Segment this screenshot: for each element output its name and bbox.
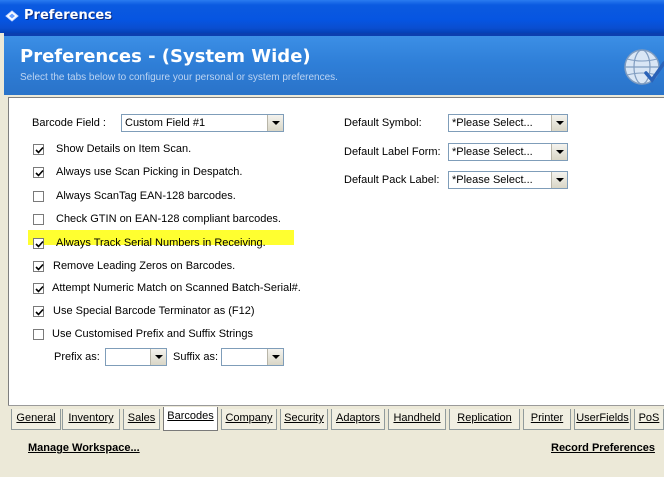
manage-workspace-link[interactable]: Manage Workspace... (28, 442, 140, 454)
tab-security[interactable]: Security (280, 409, 328, 430)
checkbox-7[interactable] (33, 283, 44, 294)
chevron-down-icon[interactable] (551, 172, 567, 188)
prefix-label: Prefix as: (54, 351, 100, 363)
checkbox-9[interactable] (33, 329, 44, 340)
window-title: Preferences (24, 8, 112, 23)
default-symbol-select[interactable]: *Please Select... (448, 114, 568, 132)
tab-userfields[interactable]: UserFields (574, 409, 631, 430)
page-subtitle: Select the tabs below to configure your … (20, 72, 338, 83)
app-icon (5, 10, 19, 22)
checkbox-label-8: Use Special Barcode Terminator as (F12) (53, 305, 255, 317)
default-pack-label-select[interactable]: *Please Select... (448, 171, 568, 189)
checkbox-1[interactable] (33, 144, 44, 155)
tab-inventory[interactable]: Inventory (62, 409, 120, 430)
default-pack-label-label: Default Pack Label: (344, 174, 440, 186)
default-symbol-label: Default Symbol: (344, 117, 422, 129)
record-preferences-link[interactable]: Record Preferences (551, 442, 655, 454)
checkbox-8[interactable] (33, 306, 44, 317)
page-title: Preferences - (System Wide) (20, 46, 311, 67)
barcode-field-label: Barcode Field : (32, 117, 106, 129)
title-bar[interactable]: Preferences (0, 0, 664, 33)
page-header: Preferences - (System Wide) Select the t… (4, 33, 664, 95)
barcode-field-value: Custom Field #1 (125, 117, 206, 129)
preferences-tabs: General Inventory Sales Barcodes Company Secu… (8, 405, 664, 434)
suffix-select[interactable] (221, 348, 284, 366)
tab-adaptors[interactable]: Adaptors (331, 409, 385, 430)
tab-handheld[interactable]: Handheld (388, 409, 446, 430)
chevron-down-icon[interactable] (267, 349, 283, 365)
barcode-field-select[interactable]: Custom Field #1 (121, 114, 284, 132)
tab-barcodes[interactable]: Barcodes (163, 407, 218, 431)
default-label-form-select[interactable]: *Please Select... (448, 143, 568, 161)
checkbox-4[interactable] (33, 214, 44, 225)
checkbox-3[interactable] (33, 191, 44, 202)
tab-pos[interactable]: PoS (634, 409, 664, 430)
suffix-label: Suffix as: (173, 351, 219, 363)
checkbox-label-7: Attempt Numeric Match on Scanned Batch-S… (52, 282, 301, 294)
globe-check-icon (624, 49, 664, 85)
prefix-select[interactable] (105, 348, 167, 366)
checkbox-label-2: Always use Scan Picking in Despatch. (56, 166, 243, 178)
checkbox-label-3: Always ScanTag EAN-128 barcodes. (56, 190, 236, 202)
chevron-down-icon[interactable] (267, 115, 283, 131)
checkmark-icon (35, 146, 44, 154)
checkmark-icon (35, 308, 44, 316)
chevron-down-icon[interactable] (150, 349, 166, 365)
checkmark-icon (35, 263, 44, 271)
checkbox-label-1: Show Details on Item Scan. (56, 143, 192, 155)
checkmark-icon (35, 169, 44, 177)
tab-sales[interactable]: Sales (123, 409, 160, 430)
tab-general[interactable]: General (11, 409, 61, 430)
chevron-down-icon[interactable] (551, 115, 567, 131)
tab-replication[interactable]: Replication (449, 409, 520, 430)
checkbox-2[interactable] (33, 167, 44, 178)
tab-printer[interactable]: Printer (523, 409, 571, 430)
chevron-down-icon[interactable] (551, 144, 567, 160)
checkbox-label-9: Use Customised Prefix and Suffix Strings (52, 328, 253, 340)
default-label-form-label: Default Label Form: (344, 146, 441, 158)
barcodes-panel: Barcode Field : Custom Field #1 Show Det… (8, 97, 664, 406)
checkbox-6[interactable] (33, 261, 44, 272)
checkmark-icon (35, 240, 44, 248)
checkbox-label-5: Always Track Serial Numbers in Receiving… (56, 237, 266, 249)
tab-company[interactable]: Company (221, 409, 277, 430)
checkbox-label-6: Remove Leading Zeros on Barcodes. (53, 260, 236, 272)
checkbox-label-4: Check GTIN on EAN-128 compliant barcodes… (56, 213, 281, 225)
checkbox-5[interactable] (33, 238, 44, 249)
checkmark-icon (35, 285, 44, 293)
